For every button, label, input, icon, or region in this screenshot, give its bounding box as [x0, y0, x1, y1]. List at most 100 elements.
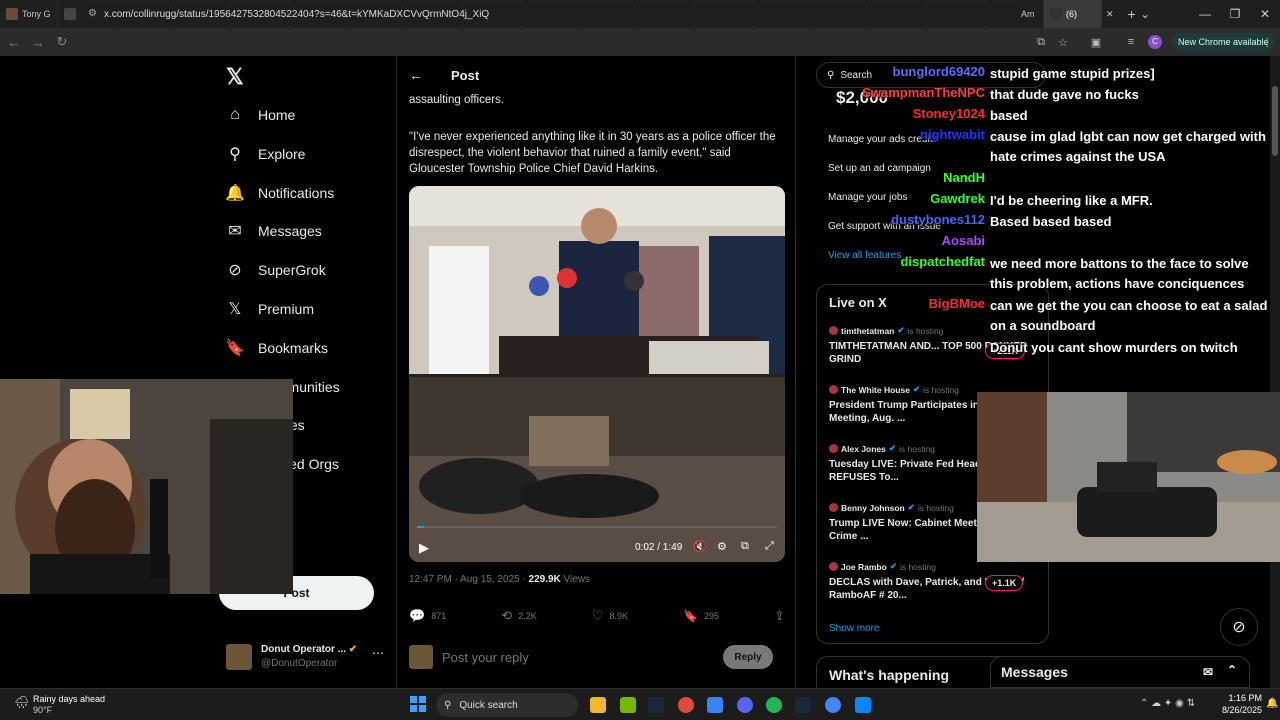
reading-list-icon[interactable]: ≡ [1120, 28, 1142, 56]
sidebar-item-notifications[interactable]: 🔔 Notifications [225, 178, 334, 208]
reply-action[interactable]: 💬 871 [409, 608, 446, 624]
play-icon[interactable]: ▶ [419, 540, 429, 556]
sidebar-item-label: SuperGrok [258, 262, 326, 279]
page-scrollbar[interactable] [1270, 56, 1280, 688]
chat-message: based [990, 108, 1028, 123]
app-icon[interactable] [707, 697, 723, 713]
whats-happening-title: What's happening [829, 667, 949, 683]
menu-icon[interactable]: ⋮ [1256, 28, 1278, 56]
post-meta: 12:47 PM · Aug 15, 2025 · 229.9K Views [409, 574, 590, 585]
steam-icon[interactable] [648, 697, 664, 713]
x-logo-icon[interactable]: 𝕏 [226, 64, 244, 90]
star-icon[interactable]: ☆ [1052, 28, 1074, 56]
sidebar-item-bookmarks[interactable]: 🔖 Bookmarks [225, 333, 328, 363]
pip-icon[interactable]: ⧉ [741, 540, 749, 553]
chat-username: nightwabit [920, 127, 985, 142]
search-icon: ⚲ [827, 69, 835, 81]
ads-link[interactable]: View all features [828, 250, 901, 261]
chrome-icon[interactable] [825, 697, 841, 713]
chat-message: stupid game stupid prizes] [990, 66, 1155, 81]
browser-tab[interactable]: (6) [1044, 0, 1102, 28]
chrome-icon[interactable] [678, 697, 694, 713]
live-host-name: Alex Jones [841, 443, 886, 454]
view-count: 229.9K [528, 574, 561, 585]
nvidia-icon[interactable] [620, 697, 636, 713]
close-tab-icon[interactable]: ✕ [1106, 9, 1114, 20]
verified-badge-icon: ✔ [907, 502, 915, 512]
maximize-button[interactable]: ❐ [1220, 0, 1250, 28]
steam-icon[interactable] [795, 697, 811, 713]
verified-badge-icon: ✔ [348, 644, 358, 655]
close-window-button[interactable]: ✕ [1250, 0, 1280, 28]
url-text: x.com/collinrugg/status/1956427532804522… [104, 8, 490, 20]
back-arrow-icon[interactable]: ← [409, 67, 423, 83]
forward-icon[interactable]: → [26, 30, 50, 54]
url-field[interactable]: ⚙ x.com/collinrugg/status/19564275328045… [80, 3, 1020, 25]
account-switcher[interactable]: Donut Operator ... ✔ @DonutOperator ⋯ [226, 640, 386, 680]
sidebar-item-label: Premium [258, 301, 315, 317]
discord-icon[interactable] [737, 697, 753, 713]
more-dots-icon[interactable]: ⋯ [372, 646, 384, 660]
chat-message: cause im glad lgbt can now get charged w… [990, 129, 1266, 164]
x-logo-icon: 𝕏 [228, 301, 242, 318]
show-more-link[interactable]: Show more [829, 623, 880, 634]
verified-badge-icon: ✔ [889, 561, 897, 571]
chat-username: NandH [943, 170, 985, 185]
expand-icon[interactable]: ⌃ [1227, 663, 1237, 677]
sidebar-item-explore[interactable]: ⚲ Explore [226, 139, 305, 169]
taskbar-search[interactable]: ⚲ Quick search [436, 693, 578, 717]
tweet-text-fragment: assaulting officers. [409, 94, 505, 106]
sidebar-item-home[interactable]: ⌂ Home [226, 100, 295, 130]
bookmark-action[interactable]: 🔖 295 [683, 608, 719, 624]
app-icon[interactable] [855, 697, 871, 713]
tray-icons[interactable]: ⌃ ☁ ✦ ◉ ⇅ [1140, 698, 1195, 709]
install-icon[interactable]: ⧉ [1030, 28, 1052, 56]
settings-gear-icon[interactable]: ⚙ [717, 540, 727, 553]
mute-icon[interactable]: 🔇 [693, 540, 707, 553]
video-player[interactable]: ▶ 0:02 / 1:49 🔇 ⚙ ⧉ ⤢ [409, 186, 785, 562]
profile-avatar[interactable]: C [1144, 28, 1166, 56]
is-hosting-label: is hosting [899, 561, 936, 572]
reload-icon[interactable]: ↻ [50, 30, 74, 54]
sidebar-item-supergrok[interactable]: ⊘ SuperGrok [226, 255, 326, 285]
clock-date: 8/26/2025 [1221, 705, 1262, 715]
post-timestamp[interactable]: 12:47 PM · Aug 15, 2025 · [409, 574, 529, 585]
search-icon: ⚲ [229, 145, 241, 163]
video-progress[interactable] [417, 526, 424, 528]
sidebar-item-premium[interactable]: 𝕏 Premium [226, 294, 314, 324]
notification-icon[interactable]: 🔔 [1266, 698, 1278, 709]
messages-drawer[interactable]: Messages ✉ ⌃ [990, 656, 1250, 688]
sidebar-item-messages[interactable]: ✉ Messages [226, 216, 322, 246]
fullscreen-icon[interactable]: ⤢ [765, 540, 774, 553]
is-hosting-label: is hosting [907, 325, 944, 336]
account-handle: @DonutOperator [261, 658, 338, 669]
back-icon[interactable]: ← [2, 30, 26, 54]
live-item[interactable]: Joe Rambo ✔ is hosting DECLAS with Dave, Pa… [829, 561, 1044, 602]
like-action[interactable]: ♡ 8.9K [592, 608, 628, 624]
bell-icon: 🔔 [225, 184, 245, 202]
new-message-icon[interactable]: ✉ [1203, 665, 1213, 679]
repost-action[interactable]: ⟲ 2.2K [501, 608, 536, 624]
reply-button[interactable]: Reply [723, 645, 773, 669]
messages-drawer-title: Messages [1001, 664, 1068, 680]
site-info-icon[interactable]: ⚙ [88, 8, 97, 19]
minimize-button[interactable]: — [1190, 0, 1220, 28]
live-host-name: Joe Rambo [841, 561, 887, 572]
ads-link[interactable]: Set up an ad campaign [828, 163, 931, 174]
browser-tab[interactable]: Tony G [0, 0, 58, 28]
spotify-icon[interactable] [766, 697, 782, 713]
file-explorer-icon[interactable] [590, 697, 606, 713]
reply-input[interactable]: Post your reply [442, 650, 529, 665]
sidepanel-icon[interactable]: ▣ [1085, 28, 1107, 56]
tab-search-icon[interactable]: ⌄ [1130, 0, 1160, 28]
chat-message: that dude gave no fucks [990, 87, 1139, 102]
avatar [829, 385, 838, 394]
is-hosting-label: is hosting [923, 384, 959, 395]
share-action[interactable]: ⇪ [774, 608, 785, 624]
search-icon: ⚲ [444, 699, 452, 711]
ads-link[interactable]: Manage your jobs [828, 192, 908, 203]
chat-username: Stoney1024 [912, 106, 985, 121]
weather-icon[interactable]: 🌧 [14, 695, 29, 709]
windows-start-icon[interactable] [410, 696, 426, 712]
grok-icon[interactable]: ⊘ [1220, 608, 1258, 646]
